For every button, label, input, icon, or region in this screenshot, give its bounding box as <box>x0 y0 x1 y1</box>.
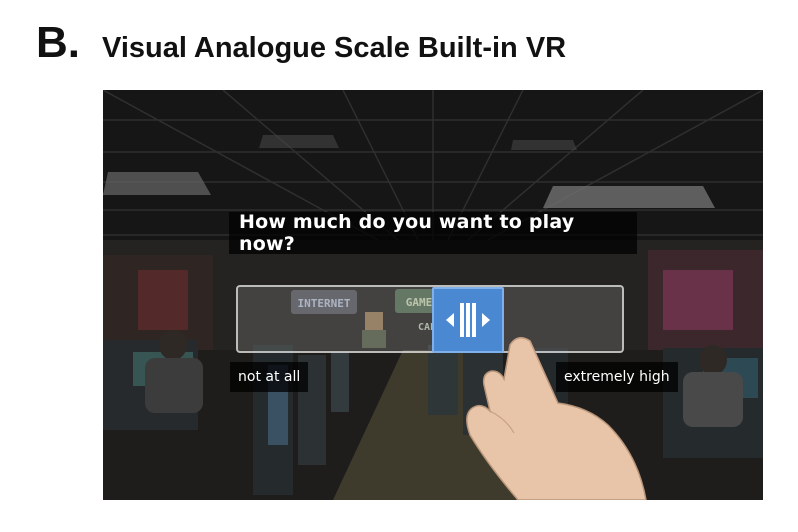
panel-letter: B. <box>36 18 80 67</box>
figure-header: B. Visual Analogue Scale Built-in VR <box>36 18 566 68</box>
vr-scene: INTERNET GAME CAFE How much do you want … <box>103 90 763 500</box>
pointing-hand-icon <box>466 337 647 500</box>
min-label-box: not at all <box>230 362 309 392</box>
question-text: How much do you want to play now? <box>239 211 575 255</box>
figure-title: Visual Analogue Scale Built-in VR <box>102 32 567 64</box>
min-label: not at all <box>238 369 301 385</box>
question-box: How much do you want to play now? <box>229 211 637 255</box>
